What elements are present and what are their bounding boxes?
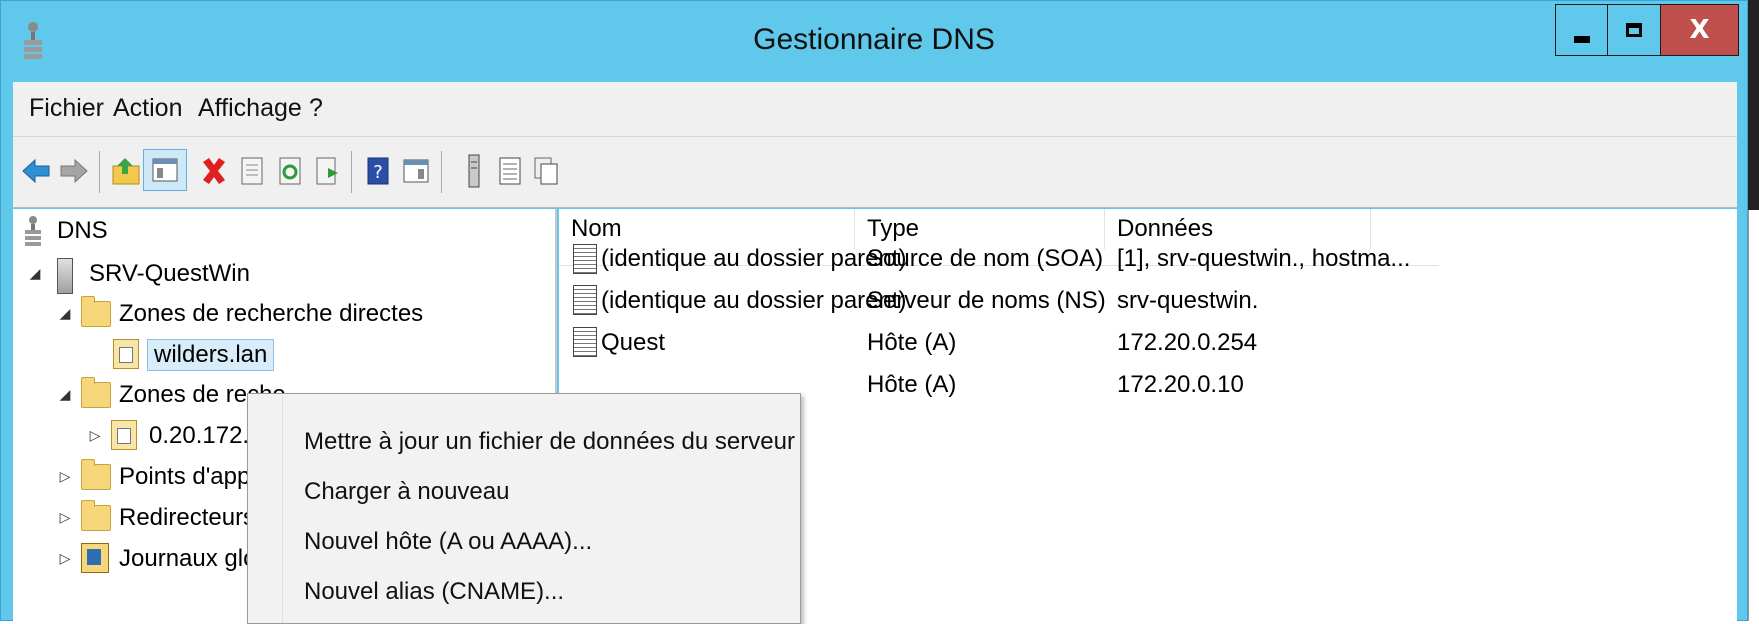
expanded-arrow-icon[interactable]: ◢ bbox=[27, 266, 43, 282]
tree-root-dns[interactable]: DNS bbox=[23, 211, 108, 251]
menu-affichage[interactable]: Affichage bbox=[198, 94, 302, 123]
column-header-type[interactable]: Type bbox=[855, 209, 1105, 249]
record-icon bbox=[573, 244, 597, 274]
column-header-nom[interactable]: Nom bbox=[559, 209, 855, 249]
record-data: [1], srv-questwin., hostma... bbox=[1117, 245, 1411, 272]
server-icon[interactable] bbox=[457, 153, 491, 189]
tree-server[interactable]: ◢ SRV-QuestWin bbox=[27, 254, 250, 294]
record-name: Quest bbox=[601, 329, 666, 356]
record-list-icon[interactable] bbox=[493, 153, 527, 189]
maximize-button[interactable] bbox=[1608, 4, 1661, 56]
svg-text:?: ? bbox=[373, 162, 383, 183]
tree-forwarders[interactable]: ▷ Redirecteurs c bbox=[57, 498, 274, 538]
record-data: 172.20.0.10 bbox=[1117, 371, 1244, 398]
background-window-pane bbox=[1748, 210, 1759, 621]
tree-label-forward-zones: Zones de recherche directes bbox=[119, 300, 424, 327]
record-type: Hôte (A) bbox=[867, 329, 957, 356]
menu-item-update-data-file[interactable]: Mettre à jour un fichier de données du s… bbox=[304, 428, 795, 456]
export-list-icon[interactable] bbox=[311, 153, 345, 189]
record-type: Source de nom (SOA) bbox=[867, 245, 1104, 272]
back-icon[interactable] bbox=[19, 153, 53, 189]
zone-icon bbox=[111, 420, 139, 452]
title-bar[interactable]: Gestionnaire DNS X bbox=[1, 1, 1747, 85]
record-type: Hôte (A) bbox=[867, 371, 957, 398]
menu-bar: Fichier Action Affichage ? bbox=[13, 82, 1737, 137]
tree-trust-points[interactable]: ▷ Points d'appro bbox=[57, 457, 272, 497]
folder-icon bbox=[81, 377, 111, 411]
close-button[interactable]: X bbox=[1661, 4, 1739, 56]
record-data: 172.20.0.254 bbox=[1117, 329, 1258, 356]
window-title: Gestionnaire DNS bbox=[753, 23, 995, 56]
properties-icon[interactable] bbox=[235, 153, 269, 189]
event-log-icon bbox=[81, 543, 109, 575]
tree-label-server: SRV-QuestWin bbox=[89, 260, 250, 287]
tree-zone-wilders[interactable]: wilders.lan bbox=[113, 335, 275, 375]
copy-record-icon[interactable] bbox=[529, 153, 563, 189]
delete-icon[interactable] bbox=[197, 153, 231, 189]
menu-fichier[interactable]: Fichier bbox=[29, 94, 104, 123]
action-pane-icon[interactable] bbox=[399, 153, 433, 189]
menu-item-new-alias[interactable]: Nouvel alias (CNAME)... bbox=[304, 578, 564, 606]
forward-icon[interactable] bbox=[57, 153, 91, 189]
minimize-button[interactable] bbox=[1555, 4, 1608, 56]
help-icon[interactable]: ? bbox=[361, 153, 395, 189]
folder-icon bbox=[81, 500, 111, 534]
menu-action[interactable]: Action bbox=[113, 94, 182, 123]
folder-icon bbox=[81, 459, 111, 493]
show-hide-tree-icon[interactable] bbox=[143, 149, 187, 191]
dns-icon bbox=[23, 215, 45, 247]
tree-forward-zones[interactable]: ◢ Zones de recherche directes bbox=[57, 294, 423, 334]
column-header-donnees[interactable]: Données bbox=[1105, 209, 1371, 249]
maximize-icon bbox=[1626, 23, 1642, 37]
collapsed-arrow-icon[interactable]: ▷ bbox=[57, 510, 73, 526]
record-type: Serveur de noms (NS) bbox=[867, 287, 1106, 314]
menu-help[interactable]: ? bbox=[309, 94, 323, 123]
menu-item-new-host[interactable]: Nouvel hôte (A ou AAAA)... bbox=[304, 528, 592, 556]
minimize-icon bbox=[1573, 35, 1590, 43]
record-name: (identique au dossier parent) bbox=[601, 287, 907, 314]
context-menu: Mettre à jour un fichier de données du s… bbox=[247, 393, 801, 624]
tree-label-dns: DNS bbox=[57, 217, 108, 244]
up-folder-icon[interactable] bbox=[109, 153, 143, 189]
collapsed-arrow-icon[interactable]: ▷ bbox=[87, 428, 103, 444]
collapsed-arrow-icon[interactable]: ▷ bbox=[57, 551, 73, 567]
zone-icon bbox=[113, 339, 141, 371]
collapsed-arrow-icon[interactable]: ▷ bbox=[57, 469, 73, 485]
folder-icon bbox=[81, 296, 111, 330]
record-name: (identique au dossier parent) bbox=[601, 245, 907, 272]
close-icon: X bbox=[1689, 15, 1710, 45]
menu-item-reload[interactable]: Charger à nouveau bbox=[304, 478, 509, 506]
tree-label-wilders: wilders.lan bbox=[147, 339, 275, 371]
expanded-arrow-icon[interactable]: ◢ bbox=[57, 387, 73, 403]
dns-manager-window: Gestionnaire DNS X Fichier Action Affich… bbox=[0, 0, 1748, 624]
refresh-icon[interactable] bbox=[273, 153, 307, 189]
toolbar: ? bbox=[13, 137, 1737, 208]
server-icon bbox=[51, 258, 79, 294]
record-data: srv-questwin. bbox=[1117, 287, 1259, 314]
record-icon bbox=[573, 327, 597, 357]
expanded-arrow-icon[interactable]: ◢ bbox=[57, 306, 73, 322]
record-icon bbox=[573, 285, 597, 315]
